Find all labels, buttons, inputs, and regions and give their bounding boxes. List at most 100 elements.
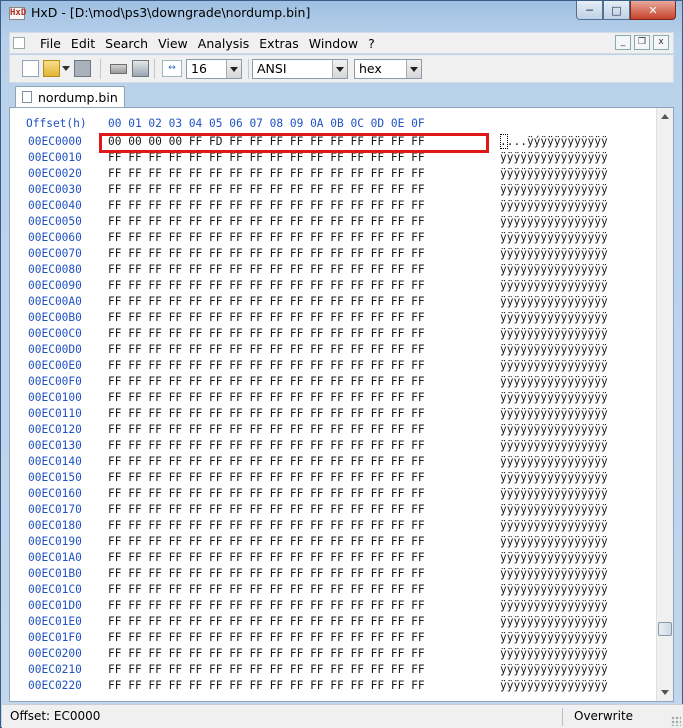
tab-nordump[interactable]: nordump.bin	[15, 86, 125, 108]
row-ascii[interactable]: ÿÿÿÿÿÿÿÿÿÿÿÿÿÿÿÿ	[500, 567, 608, 580]
resize-grip-icon[interactable]	[671, 716, 681, 726]
row-ascii[interactable]: ÿÿÿÿÿÿÿÿÿÿÿÿÿÿÿÿ	[500, 679, 608, 692]
row-hex-bytes[interactable]: FF FF FF FF FF FF FF FF FF FF FF FF FF F…	[108, 327, 425, 340]
scroll-thumb[interactable]	[658, 622, 672, 636]
row-hex-bytes[interactable]: FF FF FF FF FF FF FF FF FF FF FF FF FF F…	[108, 679, 425, 692]
scroll-up-icon[interactable]	[657, 108, 673, 125]
row-hex-bytes[interactable]: FF FF FF FF FF FF FF FF FF FF FF FF FF F…	[108, 647, 425, 660]
row-ascii[interactable]: ÿÿÿÿÿÿÿÿÿÿÿÿÿÿÿÿ	[500, 455, 608, 468]
hex-row[interactable]: 00EC01C0 FF FF FF FF FF FF FF FF FF FF FF…	[10, 582, 650, 598]
chevron-down-icon[interactable]	[332, 60, 347, 78]
row-hex-bytes[interactable]: FF FF FF FF FF FF FF FF FF FF FF FF FF F…	[108, 519, 425, 532]
menu-view[interactable]: View	[158, 36, 188, 51]
row-ascii[interactable]: ÿÿÿÿÿÿÿÿÿÿÿÿÿÿÿÿ	[500, 391, 608, 404]
hex-row[interactable]: 00EC0040 FF FF FF FF FF FF FF FF FF FF FF…	[10, 198, 650, 214]
hex-row[interactable]: 00EC0100 FF FF FF FF FF FF FF FF FF FF FF…	[10, 390, 650, 406]
hex-row[interactable]: 00EC00F0 FF FF FF FF FF FF FF FF FF FF FF…	[10, 374, 650, 390]
row-ascii[interactable]: ÿÿÿÿÿÿÿÿÿÿÿÿÿÿÿÿ	[500, 167, 608, 180]
menu-extras[interactable]: Extras	[259, 36, 299, 51]
document-menu-icon[interactable]	[13, 37, 25, 49]
hex-row[interactable]: 00EC01B0 FF FF FF FF FF FF FF FF FF FF FF…	[10, 566, 650, 582]
row-hex-bytes[interactable]: FF FF FF FF FF FF FF FF FF FF FF FF FF F…	[108, 503, 425, 516]
row-ascii[interactable]: ÿÿÿÿÿÿÿÿÿÿÿÿÿÿÿÿ	[500, 439, 608, 452]
hex-row[interactable]: 00EC0050 FF FF FF FF FF FF FF FF FF FF FF…	[10, 214, 650, 230]
row-hex-bytes[interactable]: FF FF FF FF FF FF FF FF FF FF FF FF FF F…	[108, 407, 425, 420]
hex-row[interactable]: 00EC0150 FF FF FF FF FF FF FF FF FF FF FF…	[10, 470, 650, 486]
menu-help[interactable]: ?	[368, 36, 375, 51]
vertical-scrollbar[interactable]	[656, 108, 673, 701]
row-ascii[interactable]: ÿÿÿÿÿÿÿÿÿÿÿÿÿÿÿÿ	[500, 231, 608, 244]
charset-select[interactable]: ANSI	[252, 59, 348, 79]
row-hex-bytes[interactable]: FF FF FF FF FF FF FF FF FF FF FF FF FF F…	[108, 391, 425, 404]
row-ascii[interactable]: ÿÿÿÿÿÿÿÿÿÿÿÿÿÿÿÿ	[500, 311, 608, 324]
row-hex-bytes[interactable]: FF FF FF FF FF FF FF FF FF FF FF FF FF F…	[108, 199, 425, 212]
row-hex-bytes[interactable]: FF FF FF FF FF FF FF FF FF FF FF FF FF F…	[108, 279, 425, 292]
row-hex-bytes[interactable]: FF FF FF FF FF FF FF FF FF FF FF FF FF F…	[108, 375, 425, 388]
row-hex-bytes[interactable]: FF FF FF FF FF FF FF FF FF FF FF FF FF F…	[108, 663, 425, 676]
bytes-per-row-select[interactable]: 16	[186, 59, 242, 79]
document-minimize-button[interactable]: _	[615, 35, 631, 50]
row-hex-bytes[interactable]: FF FF FF FF FF FF FF FF FF FF FF FF FF F…	[108, 615, 425, 628]
open-file-icon[interactable]	[43, 60, 60, 77]
document-close-button[interactable]: x	[653, 35, 669, 50]
maximize-button[interactable]: □	[603, 1, 630, 20]
hex-row[interactable]: 00EC0130 FF FF FF FF FF FF FF FF FF FF FF…	[10, 438, 650, 454]
row-ascii[interactable]: ÿÿÿÿÿÿÿÿÿÿÿÿÿÿÿÿ	[500, 375, 608, 388]
hex-row[interactable]: 00EC00C0 FF FF FF FF FF FF FF FF FF FF FF…	[10, 326, 650, 342]
hex-row[interactable]: 00EC0190 FF FF FF FF FF FF FF FF FF FF FF…	[10, 534, 650, 550]
row-hex-bytes[interactable]: FF FF FF FF FF FF FF FF FF FF FF FF FF F…	[108, 167, 425, 180]
hex-row[interactable]: 00EC0180 FF FF FF FF FF FF FF FF FF FF FF…	[10, 518, 650, 534]
row-hex-bytes[interactable]: FF FF FF FF FF FF FF FF FF FF FF FF FF F…	[108, 471, 425, 484]
row-ascii[interactable]: ÿÿÿÿÿÿÿÿÿÿÿÿÿÿÿÿ	[500, 263, 608, 276]
row-hex-bytes[interactable]: FF FF FF FF FF FF FF FF FF FF FF FF FF F…	[108, 551, 425, 564]
hex-row[interactable]: 00EC0200 FF FF FF FF FF FF FF FF FF FF FF…	[10, 646, 650, 662]
row-ascii[interactable]: ÿÿÿÿÿÿÿÿÿÿÿÿÿÿÿÿ	[500, 551, 608, 564]
hex-row[interactable]: 00EC0210 FF FF FF FF FF FF FF FF FF FF FF…	[10, 662, 650, 678]
hex-row[interactable]: 00EC0080 FF FF FF FF FF FF FF FF FF FF FF…	[10, 262, 650, 278]
row-hex-bytes[interactable]: FF FF FF FF FF FF FF FF FF FF FF FF FF F…	[108, 567, 425, 580]
hex-row[interactable]: 00EC00A0 FF FF FF FF FF FF FF FF FF FF FF…	[10, 294, 650, 310]
hex-row[interactable]: 00EC0220 FF FF FF FF FF FF FF FF FF FF FF…	[10, 678, 650, 694]
hex-row[interactable]: 00EC0020 FF FF FF FF FF FF FF FF FF FF FF…	[10, 166, 650, 182]
hex-row[interactable]: 00EC0110 FF FF FF FF FF FF FF FF FF FF FF…	[10, 406, 650, 422]
row-ascii[interactable]: ÿÿÿÿÿÿÿÿÿÿÿÿÿÿÿÿ	[500, 631, 608, 644]
open-disk-icon[interactable]	[132, 60, 149, 77]
row-ascii[interactable]: ÿÿÿÿÿÿÿÿÿÿÿÿÿÿÿÿ	[500, 583, 608, 596]
row-hex-bytes[interactable]: FF FF FF FF FF FF FF FF FF FF FF FF FF F…	[108, 535, 425, 548]
row-hex-bytes[interactable]: FF FF FF FF FF FF FF FF FF FF FF FF FF F…	[108, 263, 425, 276]
save-icon[interactable]	[74, 60, 91, 77]
row-hex-bytes[interactable]: FF FF FF FF FF FF FF FF FF FF FF FF FF F…	[108, 311, 425, 324]
chevron-down-icon[interactable]	[226, 60, 241, 78]
hex-row[interactable]: 00EC0030 FF FF FF FF FF FF FF FF FF FF FF…	[10, 182, 650, 198]
hex-row[interactable]: 00EC0120 FF FF FF FF FF FF FF FF FF FF FF…	[10, 422, 650, 438]
row-hex-bytes[interactable]: FF FF FF FF FF FF FF FF FF FF FF FF FF F…	[108, 631, 425, 644]
menu-search[interactable]: Search	[105, 36, 148, 51]
open-ram-icon[interactable]	[110, 64, 127, 74]
hex-row[interactable]: 00EC01E0 FF FF FF FF FF FF FF FF FF FF FF…	[10, 614, 650, 630]
row-ascii[interactable]: ÿÿÿÿÿÿÿÿÿÿÿÿÿÿÿÿ	[500, 151, 608, 164]
row-ascii[interactable]: ÿÿÿÿÿÿÿÿÿÿÿÿÿÿÿÿ	[500, 519, 608, 532]
row-hex-bytes[interactable]: FF FF FF FF FF FF FF FF FF FF FF FF FF F…	[108, 183, 425, 196]
row-ascii[interactable]: ÿÿÿÿÿÿÿÿÿÿÿÿÿÿÿÿ	[500, 471, 608, 484]
hex-row[interactable]: 00EC0160 FF FF FF FF FF FF FF FF FF FF FF…	[10, 486, 650, 502]
row-ascii[interactable]: ÿÿÿÿÿÿÿÿÿÿÿÿÿÿÿÿ	[500, 327, 608, 340]
row-ascii[interactable]: ....ÿýÿÿÿÿÿÿÿÿÿÿ	[500, 135, 608, 148]
row-hex-bytes[interactable]: FF FF FF FF FF FF FF FF FF FF FF FF FF F…	[108, 455, 425, 468]
close-button[interactable]: ✕	[630, 1, 676, 20]
row-hex-bytes[interactable]: FF FF FF FF FF FF FF FF FF FF FF FF FF F…	[108, 231, 425, 244]
row-hex-bytes[interactable]: FF FF FF FF FF FF FF FF FF FF FF FF FF F…	[108, 359, 425, 372]
row-hex-bytes[interactable]: FF FF FF FF FF FF FF FF FF FF FF FF FF F…	[108, 247, 425, 260]
hex-editor[interactable]: Offset(h) 00 01 02 03 04 05 06 07 08 09 …	[9, 107, 674, 702]
row-ascii[interactable]: ÿÿÿÿÿÿÿÿÿÿÿÿÿÿÿÿ	[500, 535, 608, 548]
row-ascii[interactable]: ÿÿÿÿÿÿÿÿÿÿÿÿÿÿÿÿ	[500, 359, 608, 372]
row-ascii[interactable]: ÿÿÿÿÿÿÿÿÿÿÿÿÿÿÿÿ	[500, 487, 608, 500]
open-dropdown-arrow-icon[interactable]	[62, 66, 70, 71]
row-hex-bytes[interactable]: FF FF FF FF FF FF FF FF FF FF FF FF FF F…	[108, 583, 425, 596]
hex-row[interactable]: 00EC0140 FF FF FF FF FF FF FF FF FF FF FF…	[10, 454, 650, 470]
hex-row[interactable]: 00EC0060 FF FF FF FF FF FF FF FF FF FF FF…	[10, 230, 650, 246]
row-ascii[interactable]: ÿÿÿÿÿÿÿÿÿÿÿÿÿÿÿÿ	[500, 343, 608, 356]
row-hex-bytes[interactable]: FF FF FF FF FF FF FF FF FF FF FF FF FF F…	[108, 599, 425, 612]
hex-row[interactable]: 00EC0070 FF FF FF FF FF FF FF FF FF FF FF…	[10, 246, 650, 262]
hex-row[interactable]: 00EC00B0 FF FF FF FF FF FF FF FF FF FF FF…	[10, 310, 650, 326]
hex-row[interactable]: 00EC0090 FF FF FF FF FF FF FF FF FF FF FF…	[10, 278, 650, 294]
